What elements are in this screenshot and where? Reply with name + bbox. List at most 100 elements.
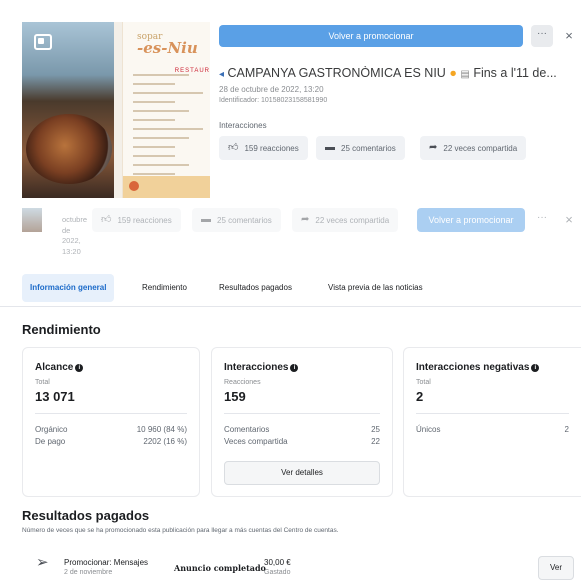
reach-row-paid: De pago 2202 (16 %)	[35, 437, 187, 446]
flyer-text-lines	[133, 74, 203, 182]
sticky-comments-chip[interactable]: ▬ 25 comentarios	[192, 208, 281, 232]
promotion-date: 2 de noviembre	[64, 569, 113, 576]
flyer-brand-big: -es-Niu	[137, 39, 198, 57]
post-title-text: CAMPANYA GASTRONÒMICA ES NIU	[227, 66, 446, 80]
performance-title: Rendimiento	[22, 322, 101, 337]
row-value: 2202 (16 %)	[143, 437, 187, 446]
flyer-footer	[123, 176, 210, 198]
interactions-title: Interacciones i	[224, 362, 299, 373]
row-label: Únicos	[416, 425, 441, 434]
carousel-icon	[34, 34, 52, 50]
interactions-label: Interacciones	[219, 121, 267, 130]
sticky-post-bar: octubre de 2022, 13:20 👍︎ 159 reacciones…	[22, 202, 581, 266]
close-icon[interactable]: ×	[562, 29, 576, 43]
post-thumbnail[interactable]: sopar -es-Niu RESTAUR	[22, 22, 210, 198]
promotion-name-cell: Promocionar: Mensajes 2 de noviembre	[64, 558, 148, 578]
sun-emoji-icon: ●	[449, 66, 457, 80]
sticky-promote-button[interactable]: Volver a promocionar	[417, 208, 525, 232]
reach-card: Alcance i Total 13 071 Orgánico 10 960 (8…	[22, 347, 200, 497]
row-label: Veces compartida	[224, 437, 288, 446]
row-value: 22	[371, 437, 380, 446]
flyer-brand: sopar -es-Niu	[137, 32, 198, 57]
row-value: 2	[564, 425, 569, 434]
megaphone-icon: ◂	[219, 69, 225, 80]
promote-again-button[interactable]: Volver a promocionar	[219, 25, 523, 47]
sticky-shares-count: 22 veces compartida	[315, 215, 390, 225]
tab-general-info[interactable]: Información general	[22, 274, 115, 302]
view-details-button[interactable]: Ver detalles	[224, 461, 380, 485]
post-title-suffix: Fins a l'11 de...	[473, 66, 557, 80]
interactions-value: 159	[224, 389, 246, 404]
info-icon[interactable]: i	[531, 364, 540, 372]
reach-value: 13 071	[35, 389, 75, 404]
post-title: ◂ CAMPANYA GASTRONÒMICA ES NIU ● ▤ Fins …	[219, 66, 579, 80]
tabs-divider	[0, 306, 581, 307]
sticky-reactions-count: 159 reacciones	[117, 215, 172, 225]
row-label: Comentarios	[224, 425, 270, 434]
paid-result-row: ➢ Promocionar: Mensajes 2 de noviembre A…	[22, 548, 581, 585]
negative-title: Interacciones negativas i	[416, 362, 540, 373]
tab-paid-results[interactable]: Resultados pagados	[211, 274, 300, 302]
interactions-sub: Reacciones	[224, 379, 261, 386]
sticky-date-line: de	[62, 225, 71, 235]
negative-interactions-card: Interacciones negativas i Total 2 Únicos …	[403, 347, 581, 497]
menu-flyer-image: sopar -es-Niu RESTAUR	[122, 22, 210, 198]
promotion-amount: 30,00 €	[264, 558, 291, 567]
post-date: 28 de octubre de 2022, 13:20	[219, 85, 324, 94]
promotion-amount-label: Gastado	[264, 569, 291, 576]
shares-chip[interactable]: ➦ 22 veces compartida	[420, 136, 527, 160]
share-icon: ➦	[429, 142, 438, 153]
reach-title-text: Alcance	[35, 362, 74, 373]
view-promotion-button[interactable]: Ver	[538, 556, 574, 580]
paper-plane-icon: ➢	[36, 554, 49, 571]
interactions-card: Interacciones i Reacciones 159 Comentario…	[211, 347, 393, 497]
promotion-amount-cell: 30,00 € Gastado	[264, 558, 291, 578]
reactions-chip[interactable]: 👍︎ 159 reacciones	[219, 136, 308, 160]
negative-sub: Total	[416, 379, 431, 386]
row-label: De pago	[35, 437, 66, 446]
negative-row-unique: Únicos 2	[416, 425, 569, 434]
reach-title: Alcance i	[35, 362, 84, 373]
interactions-row-shares: Veces compartida 22	[224, 437, 380, 446]
calendar-emoji-icon: ▤	[460, 69, 470, 80]
sticky-shares-chip[interactable]: ➦ 22 veces compartida	[292, 208, 399, 232]
interactions-title-text: Interacciones	[224, 362, 289, 373]
share-icon: ➦	[301, 214, 310, 225]
info-icon[interactable]: i	[75, 364, 84, 372]
negative-value: 2	[416, 389, 424, 404]
mini-thumbnail	[22, 208, 42, 232]
comments-chip[interactable]: ▬ 25 comentarios	[316, 136, 405, 160]
shares-count: 22 veces compartida	[443, 143, 518, 153]
card-separator	[35, 413, 187, 414]
food-bowl-image	[26, 114, 112, 184]
tab-performance[interactable]: Rendimiento	[134, 274, 195, 302]
sticky-date-line: 13:20	[62, 246, 81, 256]
card-separator	[224, 413, 380, 414]
post-identifier: Identificador: 10158023158581990	[219, 97, 328, 104]
promotion-name: Promocionar: Mensajes	[64, 558, 149, 567]
tab-bar: Información general Rendimiento Resultad…	[22, 274, 581, 304]
interactions-row-comments: Comentarios 25	[224, 425, 380, 434]
more-options-button[interactable]: ···	[531, 25, 553, 47]
thumbs-up-icon: 👍︎	[228, 142, 239, 153]
sticky-date-line: 2022,	[62, 236, 81, 245]
sticky-more-button[interactable]: ···	[531, 209, 553, 231]
row-value: 10 960 (84 %)	[136, 425, 187, 434]
thumbs-up-icon: 👍︎	[101, 214, 112, 225]
sticky-comments-count: 25 comentarios	[217, 215, 272, 225]
comment-icon: ▬	[325, 142, 335, 153]
negative-title-text: Interacciones negativas	[416, 362, 530, 373]
card-separator	[416, 413, 569, 414]
tab-news-preview[interactable]: Vista previa de las noticias	[320, 274, 431, 302]
comment-icon: ▬	[201, 214, 211, 225]
sticky-date-line: octubre	[62, 215, 88, 224]
paid-results-title: Resultados pagados	[22, 508, 150, 523]
row-value: 25	[371, 425, 380, 434]
paid-results-description: Número de veces que se ha promocionado e…	[22, 527, 339, 534]
info-icon[interactable]: i	[290, 364, 299, 372]
promotion-status: Anuncio completado	[174, 563, 266, 573]
comments-count: 25 comentarios	[341, 143, 396, 153]
reach-sub: Total	[35, 379, 50, 386]
sticky-reactions-chip[interactable]: 👍︎ 159 reacciones	[92, 208, 181, 232]
sticky-close-icon[interactable]: ×	[562, 213, 576, 227]
